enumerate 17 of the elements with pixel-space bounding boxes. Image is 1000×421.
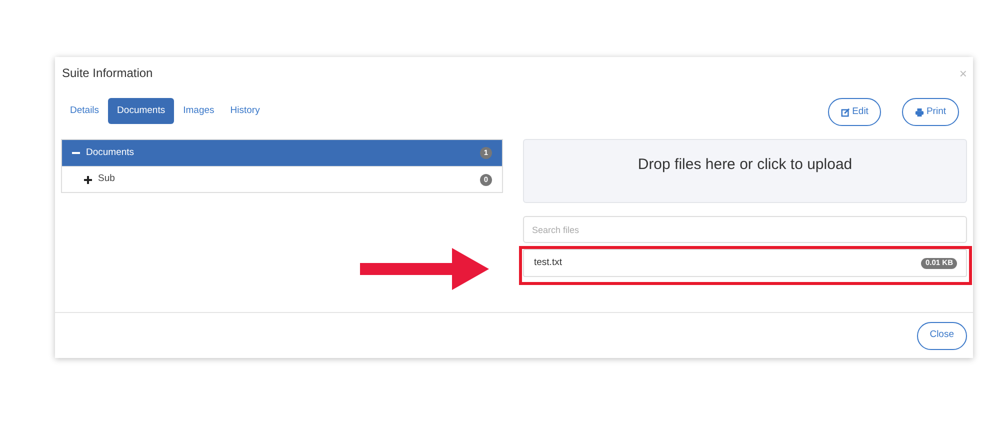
upload-dropzone[interactable]: Drop files here or click to upload xyxy=(523,139,967,203)
minus-icon[interactable] xyxy=(72,149,80,157)
file-name: test.txt xyxy=(534,256,562,270)
close-button[interactable]: Close xyxy=(916,322,967,350)
edit-icon xyxy=(841,108,850,116)
tab[interactable]: Images xyxy=(176,98,222,124)
plus-icon[interactable] xyxy=(84,176,92,184)
edit-button[interactable]: Edit xyxy=(828,98,882,126)
tab[interactable]: Details xyxy=(63,98,106,124)
folder-label: Sub xyxy=(98,172,116,186)
printer-icon xyxy=(915,108,924,116)
tab[interactable]: History xyxy=(223,98,267,124)
tab[interactable]: Documents xyxy=(108,98,174,124)
search-field[interactable]: Search files xyxy=(523,216,967,243)
print-button[interactable]: Print xyxy=(902,98,959,126)
dialog-title: Suite Information xyxy=(62,65,153,82)
folder-label: Documents xyxy=(86,146,136,160)
